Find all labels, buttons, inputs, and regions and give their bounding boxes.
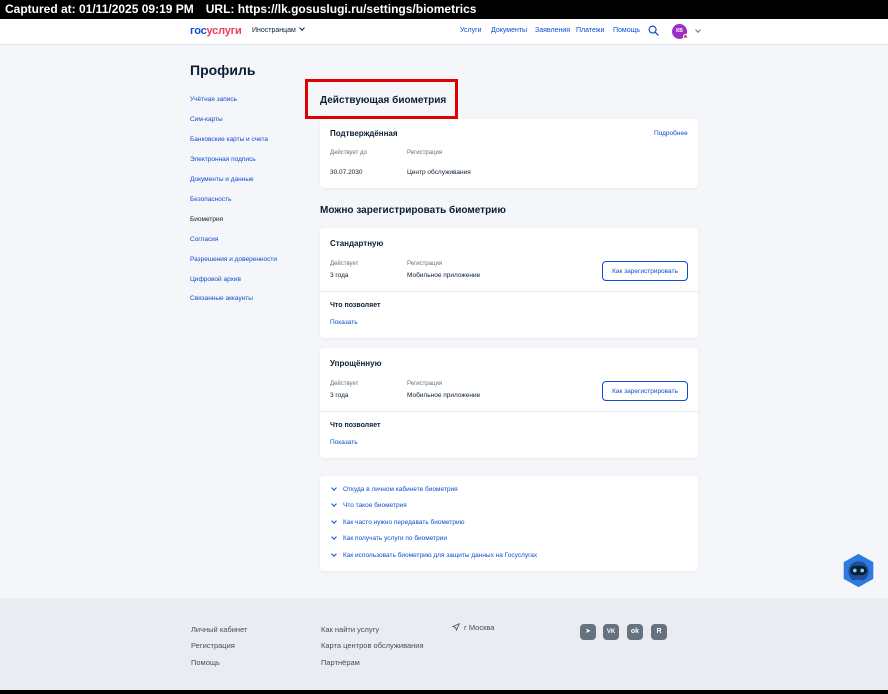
standard-biometrics-card: Стандартную Действует Регистрация 3 года… (320, 228, 698, 338)
nav-payments[interactable]: Платежи (576, 27, 604, 34)
odnoklassniki-icon[interactable]: ok (627, 624, 643, 640)
sidebar-item-documents[interactable]: Документы и данные (190, 176, 254, 183)
capture-bar: Captured at: 01/11/2025 09:19 PM URL: htt… (0, 0, 888, 19)
show-link[interactable]: Показать (330, 319, 358, 326)
foreigners-label: Иностранцам (252, 27, 296, 34)
notification-dot-icon (683, 34, 688, 39)
faq-item-label: Как получать услуги по биометрии (343, 535, 448, 542)
chevron-down-icon (331, 551, 337, 557)
footer-link-find-service[interactable]: Как найти услугу (321, 625, 379, 634)
valid-until-value: 30.07.2030 (330, 169, 363, 176)
nav-help[interactable]: Помощь (613, 27, 640, 34)
rutube-icon[interactable]: R (651, 624, 667, 640)
faq-item[interactable]: Как часто нужно передавать биометрию (331, 518, 465, 526)
register-biometrics-heading: Можно зарегистрировать биометрию (320, 205, 506, 216)
page-footer: Личный кабинет Регистрация Помощь Как на… (0, 598, 888, 694)
city-label: г Москва (464, 623, 495, 632)
capture-timestamp: Captured at: 01/11/2025 09:19 PM (5, 2, 194, 16)
sidebar-item-digital-archive[interactable]: Цифровой архив (190, 276, 241, 283)
bottom-border (0, 690, 888, 694)
registration-label: Регистрация (407, 261, 443, 267)
registration-value: Центр обслуживания (407, 169, 471, 176)
footer-link-registration[interactable]: Регистрация (191, 641, 235, 650)
location-arrow-icon (452, 623, 460, 631)
chevron-down-icon (331, 501, 337, 507)
telegram-icon[interactable]: ➤ (580, 624, 596, 640)
how-to-register-button[interactable]: Как зарегистрировать (602, 381, 688, 401)
footer-link-personal-account[interactable]: Личный кабинет (191, 625, 247, 634)
chevron-down-icon (331, 518, 337, 524)
foreigners-menu[interactable]: Иностранцам (252, 25, 305, 34)
chevron-down-icon (331, 485, 337, 491)
page-title: Профиль (190, 62, 256, 78)
gosuslugi-logo[interactable]: госуслуги (190, 25, 242, 37)
sidebar-item-sim-cards[interactable]: Сим-карты (190, 116, 223, 123)
valid-label: Действует (330, 261, 359, 267)
faq-item[interactable]: Что такое биометрия (331, 501, 407, 509)
registration-value: Мобильное приложение (407, 392, 481, 399)
valid-value: 3 года (330, 272, 349, 279)
footer-link-partners[interactable]: Партнёрам (321, 658, 360, 667)
chevron-down-icon (331, 534, 337, 540)
sidebar-item-linked-accounts[interactable]: Связанные аккаунты (190, 295, 253, 302)
faq-item-label: Что такое биометрия (343, 502, 407, 509)
assistant-robot-icon[interactable] (840, 552, 877, 589)
sidebar-item-e-signature[interactable]: Электронная подпись (190, 156, 256, 163)
current-biometrics-heading: Действующая биометрия (320, 95, 447, 106)
how-to-register-button[interactable]: Как зарегистрировать (602, 261, 688, 281)
search-icon[interactable] (648, 25, 659, 36)
show-link[interactable]: Показать (330, 439, 358, 446)
nav-applications[interactable]: Заявления (535, 27, 570, 34)
chevron-down-icon[interactable] (695, 27, 701, 33)
valid-value: 3 года (330, 392, 349, 399)
registration-label: Регистрация (407, 150, 443, 156)
footer-link-service-centers-map[interactable]: Карта центров обслуживания (321, 641, 424, 650)
sidebar-item-consents[interactable]: Согласия (190, 236, 218, 243)
more-link[interactable]: Подробнее (654, 130, 688, 137)
registration-value: Мобильное приложение (407, 272, 481, 279)
vk-icon[interactable]: VK (603, 624, 619, 640)
footer-link-help[interactable]: Помощь (191, 658, 220, 667)
valid-label: Действует (330, 381, 359, 387)
faq-item-label: Как использовать биометрию для защиты да… (343, 552, 538, 559)
sidebar-item-security[interactable]: Безопасность (190, 196, 231, 203)
simplified-biometrics-card: Упрощённую Действует Регистрация 3 года … (320, 348, 698, 458)
card-title: Подтверждённая (330, 129, 398, 138)
logo-part-gos: гос (190, 25, 207, 37)
what-it-allows-title: Что позволяет (330, 422, 381, 429)
divider (320, 411, 698, 412)
nav-services[interactable]: Услуги (460, 27, 482, 34)
faq-item[interactable]: Как получать услуги по биометрии (331, 534, 448, 542)
faq-item[interactable]: Как использовать биометрию для защиты да… (331, 551, 538, 559)
sidebar-item-account[interactable]: Учётная запись (190, 96, 237, 103)
faq-item[interactable]: Откуда в личном кабинете биометрия (331, 485, 458, 493)
sidebar-item-biometrics[interactable]: Биометрия (190, 216, 223, 223)
confirmed-biometrics-card: Подтверждённая Подробнее Действует до Ре… (320, 119, 698, 188)
location-selector[interactable]: г Москва (452, 623, 494, 632)
logo-part-uslugi: услуги (206, 25, 242, 37)
top-header: госуслуги Иностранцам Услуги Документы З… (0, 19, 888, 45)
card-title: Стандартную (330, 239, 384, 248)
faq-card: Откуда в личном кабинете биометрия Что т… (320, 476, 698, 571)
faq-item-label: Как часто нужно передавать биометрию (343, 519, 465, 526)
valid-until-label: Действует до (330, 150, 367, 156)
what-it-allows-title: Что позволяет (330, 302, 381, 309)
faq-item-label: Откуда в личном кабинете биометрия (343, 486, 458, 493)
nav-documents[interactable]: Документы (491, 27, 527, 34)
registration-label: Регистрация (407, 381, 443, 387)
divider (320, 291, 698, 292)
capture-url: URL: https://lk.gosuslugi.ru/settings/bi… (205, 2, 477, 16)
card-title: Упрощённую (330, 359, 382, 368)
chevron-down-icon (299, 25, 305, 31)
sidebar-item-permissions[interactable]: Разрешения и доверенности (190, 256, 277, 263)
sidebar-item-bank-cards[interactable]: Банковские карты и счета (190, 136, 268, 143)
